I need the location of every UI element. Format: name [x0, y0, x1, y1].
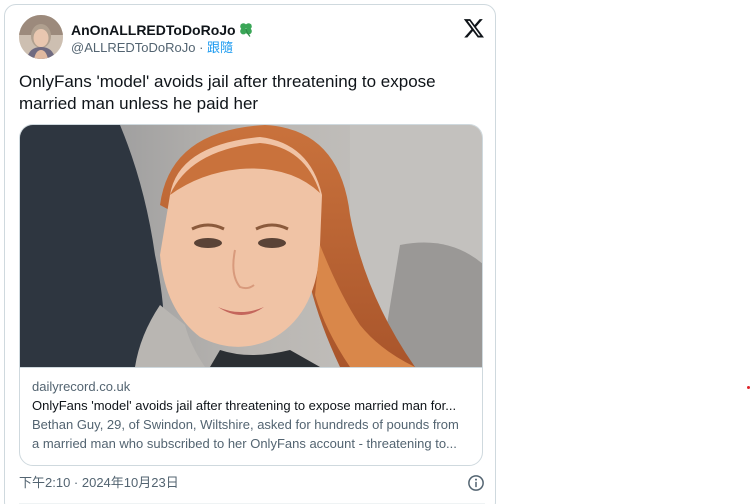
follow-link[interactable]: 跟隨	[207, 40, 233, 55]
embedded-tweet[interactable]: AnOnALLREDToDoRoJo @ALLREDToDoRoJo · 跟隨 …	[4, 4, 496, 504]
handle-row: @ALLREDToDoRoJo · 跟隨	[71, 39, 254, 57]
link-card-domain: dailyrecord.co.uk	[32, 379, 131, 394]
x-logo-icon[interactable]	[463, 17, 485, 39]
link-preview-card[interactable]: dailyrecord.co.uk OnlyFans 'model' avoid…	[19, 124, 483, 466]
link-card-description-line: Bethan Guy, 29, of Swindon, Wiltshire, a…	[32, 417, 459, 432]
author-info: AnOnALLREDToDoRoJo @ALLREDToDoRoJo · 跟隨	[71, 21, 254, 57]
tweet-header: AnOnALLREDToDoRoJo @ALLREDToDoRoJo · 跟隨	[19, 15, 485, 61]
link-card-description-line: a married man who subscribed to her Only…	[32, 436, 457, 451]
info-icon[interactable]	[467, 474, 485, 492]
four-leaf-clover-icon	[239, 23, 252, 37]
article-photo	[20, 125, 482, 367]
link-card-meta[interactable]: dailyrecord.co.uk OnlyFans 'model' avoid…	[20, 367, 482, 465]
author-display-name[interactable]: AnOnALLREDToDoRoJo	[71, 22, 236, 38]
tweet-timestamp[interactable]: 下午2:10 · 2024年10月23日	[19, 475, 179, 490]
author-display-name-row[interactable]: AnOnALLREDToDoRoJo	[71, 21, 254, 39]
author-handle[interactable]: @ALLREDToDoRoJo	[71, 40, 195, 55]
avatar-image	[19, 15, 63, 59]
timestamp-row: 下午2:10 · 2024年10月23日	[19, 473, 485, 493]
link-card-title: OnlyFans 'model' avoids jail after threa…	[32, 398, 457, 413]
handle-separator: ·	[195, 40, 208, 55]
avatar[interactable]	[19, 15, 63, 59]
red-dot-marker	[747, 386, 750, 389]
tweet-text: OnlyFans 'model' avoids jail after threa…	[19, 72, 436, 113]
page: AnOnALLREDToDoRoJo @ALLREDToDoRoJo · 跟隨 …	[0, 0, 752, 504]
link-card-description: Bethan Guy, 29, of Swindon, Wiltshire, a…	[32, 415, 470, 453]
